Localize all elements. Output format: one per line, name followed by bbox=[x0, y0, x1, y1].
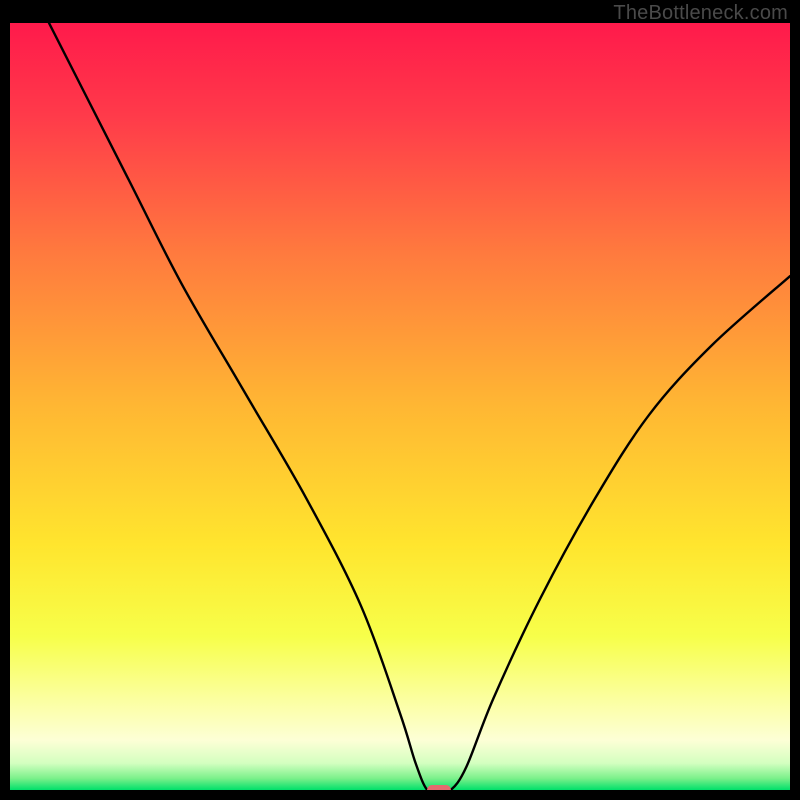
watermark-text: TheBottleneck.com bbox=[613, 2, 788, 25]
bottleneck-chart bbox=[10, 23, 790, 790]
chart-background bbox=[10, 23, 790, 790]
optimal-marker bbox=[427, 785, 451, 790]
outer-frame: TheBottleneck.com bbox=[0, 0, 800, 800]
